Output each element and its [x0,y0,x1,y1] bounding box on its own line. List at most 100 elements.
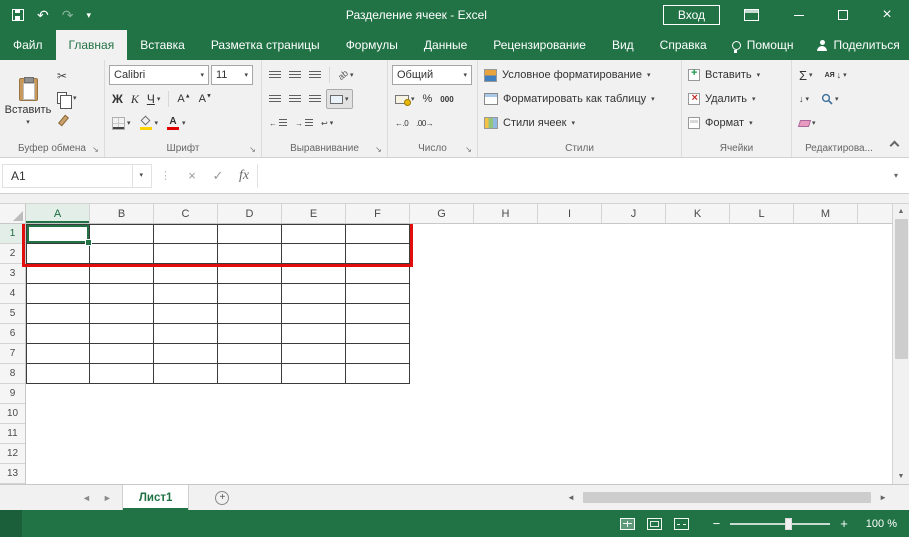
assistant-button[interactable]: Помощн [720,30,806,60]
decrease-font-button[interactable]: А▼ [196,89,215,109]
zoom-slider-thumb[interactable] [785,517,793,530]
column-header-G[interactable]: G [410,204,474,223]
new-sheet-button[interactable]: + [215,490,230,505]
vertical-scroll-thumb[interactable] [894,219,908,359]
cell-F13[interactable] [346,464,410,484]
cell-C1[interactable] [154,224,218,244]
sheet-next-icon[interactable]: ► [103,493,112,503]
cell-B5[interactable] [90,304,154,324]
cell-K2[interactable] [666,244,730,264]
row-header-6[interactable]: 6 [0,324,25,344]
cell-A12[interactable] [26,444,90,464]
cell-J1[interactable] [602,224,666,244]
cell-K13[interactable] [666,464,730,484]
font-size-combo[interactable]: 11 ▾ [211,65,253,85]
align-center-button[interactable] [286,89,304,109]
sort-filter-button[interactable]: АЯ ↓ ▾ [822,65,850,85]
underline-button[interactable]: Ч ▾ [144,89,164,109]
formula-bar-expand-button[interactable]: ▾ [885,164,907,188]
cell-M3[interactable] [794,264,858,284]
number-dialog-launcher[interactable]: ↘ [463,144,474,155]
cell-C2[interactable] [154,244,218,264]
cell-B6[interactable] [90,324,154,344]
find-select-button[interactable]: ▾ [818,89,842,109]
column-header-L[interactable]: L [730,204,794,223]
cell-H4[interactable] [474,284,538,304]
cell-L13[interactable] [730,464,794,484]
zoom-out-button[interactable]: − [709,517,725,530]
cell-E1[interactable] [282,224,346,244]
cell-M12[interactable] [794,444,858,464]
cell-A9[interactable] [26,384,90,404]
cell-I6[interactable] [538,324,602,344]
cell-I9[interactable] [538,384,602,404]
cell-D6[interactable] [218,324,282,344]
cell-G3[interactable] [410,264,474,284]
alignment-dialog-launcher[interactable]: ↘ [373,144,384,155]
column-header-I[interactable]: I [538,204,602,223]
ribbon-tab-3[interactable]: Разметка страницы [198,30,333,60]
cell-I12[interactable] [538,444,602,464]
cell-K3[interactable] [666,264,730,284]
row-header-5[interactable]: 5 [0,304,25,324]
cell-G1[interactable] [410,224,474,244]
cell-I4[interactable] [538,284,602,304]
cell-H6[interactable] [474,324,538,344]
cell-E8[interactable] [282,364,346,384]
format-cells-button[interactable]: Формат ▾ [684,111,789,135]
cell-A8[interactable] [26,364,90,384]
increase-font-button[interactable]: А▲ [174,89,193,109]
align-left-button[interactable] [266,89,284,109]
cell-M7[interactable] [794,344,858,364]
align-right-button[interactable] [306,89,324,109]
cell-E10[interactable] [282,404,346,424]
cell-J12[interactable] [602,444,666,464]
cell-I8[interactable] [538,364,602,384]
decrease-decimal-button[interactable]: .00→ [413,113,436,133]
cell-J5[interactable] [602,304,666,324]
cell-H7[interactable] [474,344,538,364]
cell-C12[interactable] [154,444,218,464]
cell-C11[interactable] [154,424,218,444]
cell-B10[interactable] [90,404,154,424]
cell-G5[interactable] [410,304,474,324]
cell-E13[interactable] [282,464,346,484]
cell-C3[interactable] [154,264,218,284]
cell-H11[interactable] [474,424,538,444]
cell-J10[interactable] [602,404,666,424]
cell-L2[interactable] [730,244,794,264]
cell-A4[interactable] [26,284,90,304]
cell-F2[interactable] [346,244,410,264]
fill-button[interactable]: ↓ ▾ [796,89,812,109]
cell-K7[interactable] [666,344,730,364]
ribbon-tab-2[interactable]: Вставка [127,30,198,60]
cell-B9[interactable] [90,384,154,404]
wrap-text-button[interactable]: ↩ ▾ [318,113,336,133]
cell-J2[interactable] [602,244,666,264]
cell-I2[interactable] [538,244,602,264]
share-button[interactable]: Поделиться [805,30,909,60]
cell-D4[interactable] [218,284,282,304]
format-painter-button[interactable] [54,109,80,131]
cell-C13[interactable] [154,464,218,484]
cell-E2[interactable] [282,244,346,264]
cell-F9[interactable] [346,384,410,404]
autosum-button[interactable]: Σ ▾ [796,65,816,85]
cell-K12[interactable] [666,444,730,464]
cell-H12[interactable] [474,444,538,464]
cell-J7[interactable] [602,344,666,364]
cell-M11[interactable] [794,424,858,444]
page-layout-view-button[interactable] [646,517,662,530]
cell-E3[interactable] [282,264,346,284]
cell-L3[interactable] [730,264,794,284]
redo-button[interactable]: ↷ [62,8,74,22]
sign-in-button[interactable]: Вход [662,5,720,25]
scroll-up-icon[interactable]: ▲ [898,204,905,219]
clear-button[interactable]: ▾ [796,113,819,133]
cell-L1[interactable] [730,224,794,244]
cell-K8[interactable] [666,364,730,384]
cell-G13[interactable] [410,464,474,484]
scroll-left-icon[interactable]: ◄ [562,493,580,502]
cell-M8[interactable] [794,364,858,384]
cell-M10[interactable] [794,404,858,424]
